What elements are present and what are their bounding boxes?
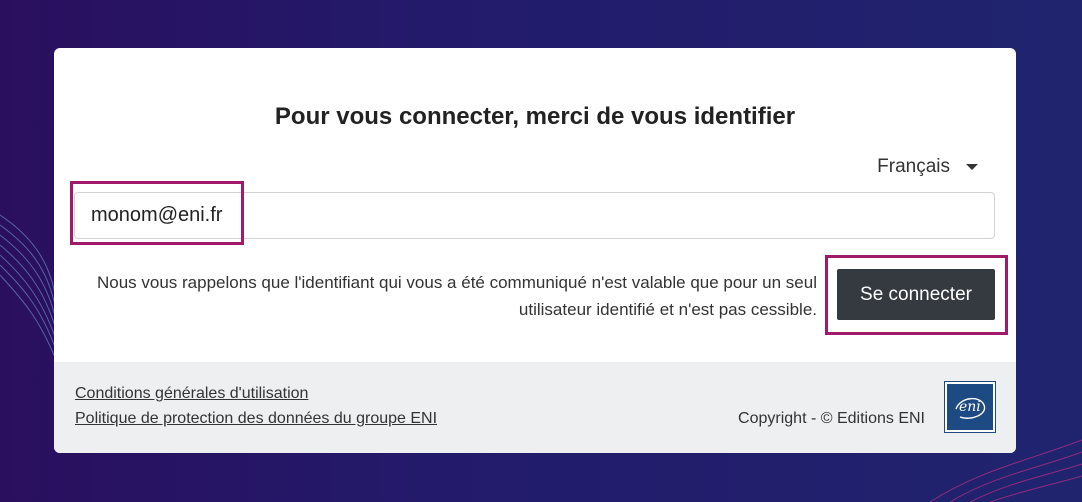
page-title: Pour vous connecter, merci de vous ident… (274, 103, 796, 130)
terms-link[interactable]: Conditions générales d'utilisation (75, 384, 308, 404)
login-button[interactable]: Se connecter (837, 269, 995, 320)
login-notice: Nous vous rappelons que l'identifiant qu… (96, 273, 817, 319)
eni-logo-mark: eni (955, 398, 986, 419)
eni-logo: eni (944, 381, 996, 433)
language-selector[interactable]: Français (877, 156, 978, 178)
svg-text:eni: eni (959, 399, 981, 415)
footer: Conditions générales d'utilisation Polit… (54, 362, 1016, 453)
caret-down-icon (966, 164, 978, 170)
login-card: Pour vous connecter, merci de vous ident… (54, 48, 1016, 453)
copyright-text: Copyright - © Editions ENI (738, 410, 925, 427)
language-label: Français (877, 156, 950, 177)
email-input[interactable] (74, 192, 995, 239)
privacy-policy-link[interactable]: Politique de protection des données du g… (75, 409, 437, 429)
